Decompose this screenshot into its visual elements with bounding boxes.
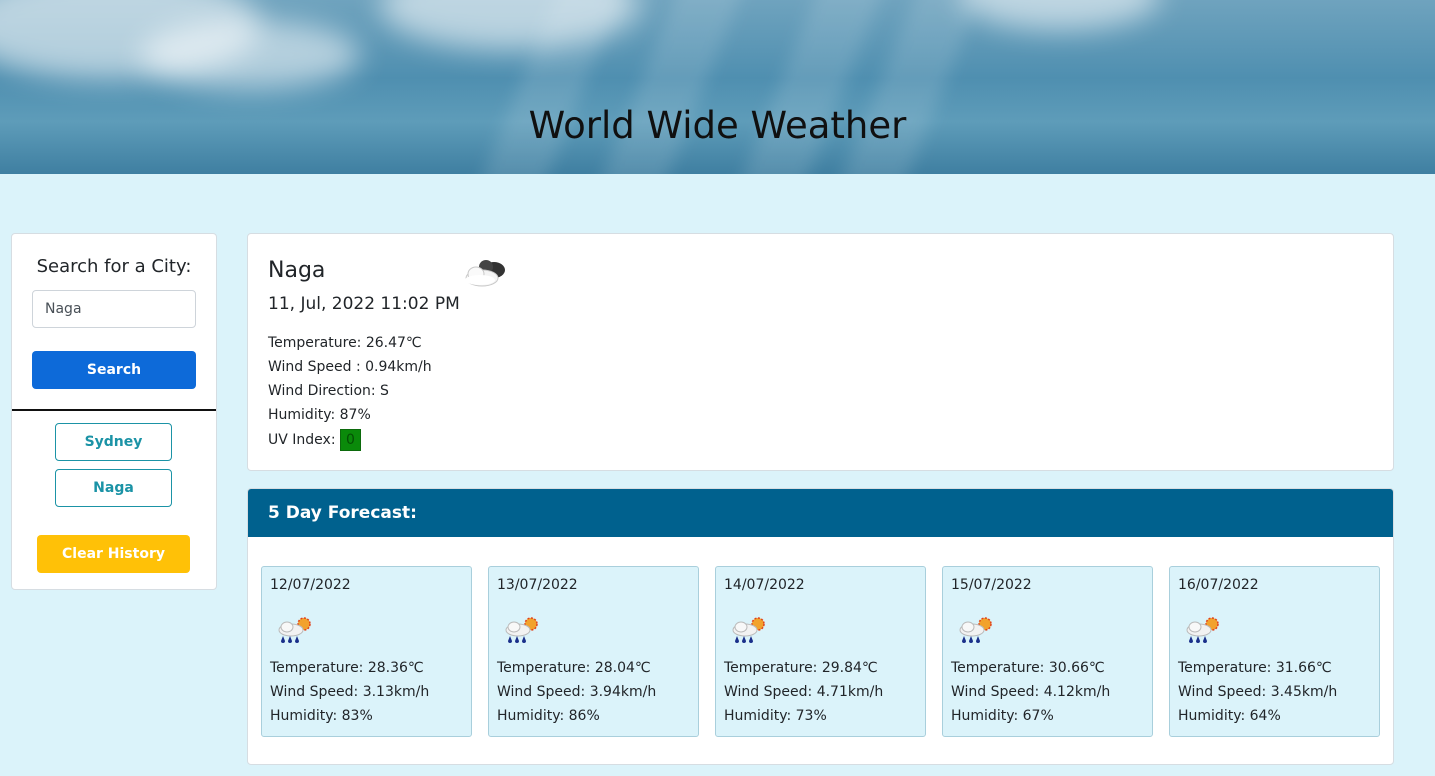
current-wind-direction: Wind Direction: S — [268, 383, 389, 399]
rain-sun-icon — [959, 617, 992, 643]
forecast-date: 12/07/2022 — [270, 577, 351, 593]
cloud-icon — [465, 260, 505, 287]
rain-sun-icon — [278, 617, 311, 643]
forecast-title: 5 Day Forecast: — [248, 489, 1393, 537]
forecast-day: 13/07/2022 Temperature: 28.04℃ Wind Spee… — [488, 566, 699, 737]
current-wind-speed: Wind Speed : 0.94km/h — [268, 359, 432, 375]
current-humidity: Humidity: 87% — [268, 407, 371, 423]
search-panel: Search for a City: Search Sydney Naga Cl… — [11, 233, 217, 590]
forecast-temperature: Temperature: 28.04℃ — [497, 660, 651, 676]
forecast-day: 16/07/2022 Temperature: 31.66℃ Wind Spee… — [1169, 566, 1380, 737]
forecast-day: 14/07/2022 Temperature: 29.84℃ Wind Spee… — [715, 566, 926, 737]
forecast-wind: Wind Speed: 4.12km/h — [951, 684, 1111, 700]
forecast-wind: Wind Speed: 4.71km/h — [724, 684, 884, 700]
forecast-temperature: Temperature: 30.66℃ — [951, 660, 1105, 676]
history-button-sydney[interactable]: Sydney — [55, 423, 172, 461]
forecast-wind: Wind Speed: 3.45km/h — [1178, 684, 1338, 700]
rain-sun-icon — [1186, 617, 1219, 643]
current-datetime: 11, Jul, 2022 11:02 PM — [268, 294, 460, 314]
cloud-decor — [960, 0, 1160, 30]
cloud-decor — [140, 20, 360, 90]
forecast-card: 5 Day Forecast: 12/07/2022 Temperature: … — [247, 488, 1394, 765]
uv-badge: 0 — [340, 429, 361, 451]
forecast-temperature: Temperature: 31.66℃ — [1178, 660, 1332, 676]
current-temperature: Temperature: 26.47℃ — [268, 335, 422, 351]
rain-sun-icon — [505, 617, 538, 643]
forecast-day: 15/07/2022 Temperature: 30.66℃ Wind Spee… — [942, 566, 1153, 737]
history-button-naga[interactable]: Naga — [55, 469, 172, 507]
forecast-humidity: Humidity: 86% — [497, 708, 600, 724]
forecast-humidity: Humidity: 83% — [270, 708, 373, 724]
forecast-wind: Wind Speed: 3.13km/h — [270, 684, 430, 700]
forecast-date: 13/07/2022 — [497, 577, 578, 593]
city-name: Naga — [268, 258, 326, 283]
uv-label: UV Index: — [268, 432, 336, 448]
clear-history-button[interactable]: Clear History — [37, 535, 190, 573]
city-search-input[interactable] — [32, 290, 196, 328]
current-uv: UV Index: 0 — [268, 429, 361, 451]
hero-banner: World Wide Weather — [0, 0, 1435, 174]
forecast-wind: Wind Speed: 3.94km/h — [497, 684, 657, 700]
forecast-temperature: Temperature: 28.36℃ — [270, 660, 424, 676]
forecast-humidity: Humidity: 73% — [724, 708, 827, 724]
forecast-date: 15/07/2022 — [951, 577, 1032, 593]
divider — [12, 409, 216, 411]
page-title: World Wide Weather — [528, 104, 907, 147]
forecast-humidity: Humidity: 64% — [1178, 708, 1281, 724]
forecast-humidity: Humidity: 67% — [951, 708, 1054, 724]
forecast-day: 12/07/2022 Temperature: 28.36℃ Wind Spee… — [261, 566, 472, 737]
rain-sun-icon — [732, 617, 765, 643]
current-weather-card: Naga 11, Jul, 2022 11:02 PM Temperature:… — [247, 233, 1394, 471]
search-title: Search for a City: — [36, 256, 192, 277]
forecast-date: 14/07/2022 — [724, 577, 805, 593]
search-button[interactable]: Search — [32, 351, 196, 389]
forecast-temperature: Temperature: 29.84℃ — [724, 660, 878, 676]
forecast-date: 16/07/2022 — [1178, 577, 1259, 593]
